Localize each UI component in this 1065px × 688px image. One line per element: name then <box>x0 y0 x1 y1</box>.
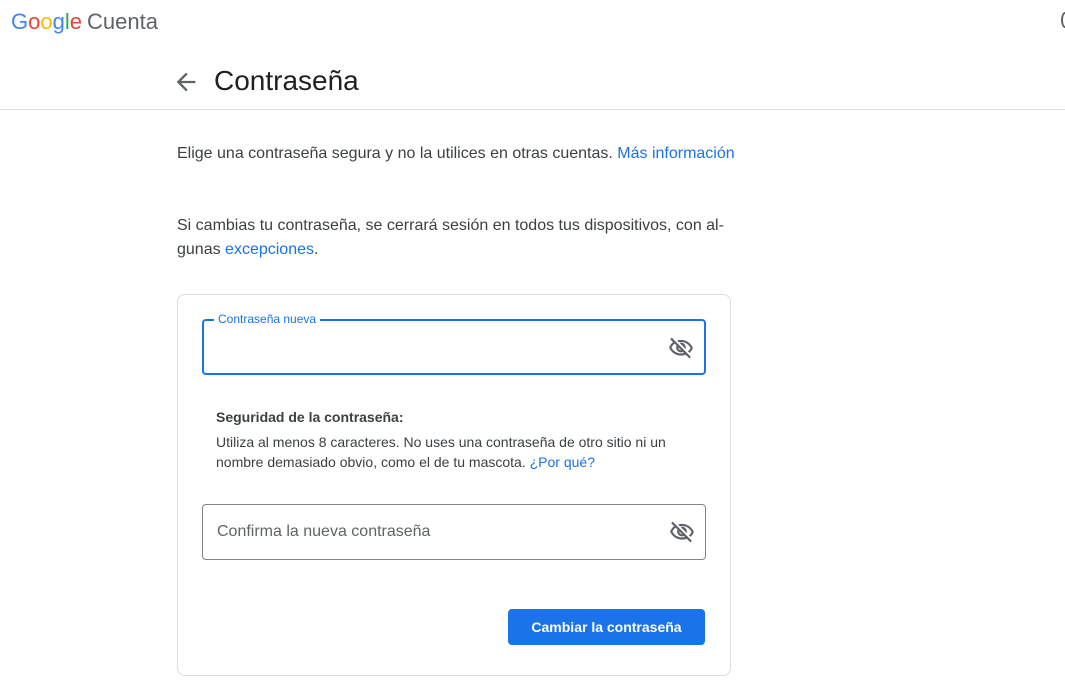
top-bar: Google Cuenta <box>0 0 1065 46</box>
exceptions-link[interactable]: excepciones <box>225 241 314 258</box>
learn-more-link[interactable]: Más información <box>617 145 734 162</box>
product-name: Cuenta <box>87 9 158 34</box>
signout-note: Si cambias tu contraseña, se cerrará ses… <box>177 214 737 262</box>
intro-text: Elige una contraseña segura y no la util… <box>177 142 737 166</box>
visibility-off-icon <box>669 337 693 359</box>
intro-text-body: Elige una contraseña segura y no la util… <box>177 145 618 162</box>
new-password-input[interactable] <box>218 321 658 373</box>
strength-text-body: Utiliza al menos 8 caracteres. No uses u… <box>216 434 666 470</box>
back-button[interactable] <box>172 68 200 96</box>
logo-letter: G <box>11 9 29 34</box>
why-link[interactable]: ¿Por qué? <box>530 454 595 470</box>
visibility-off-icon <box>670 521 694 543</box>
google-wordmark: Google <box>11 9 82 34</box>
arrow-back-icon <box>176 72 196 92</box>
logo-letter: g <box>52 9 65 34</box>
page-header: Contraseña <box>0 52 1065 110</box>
strength-text: Utiliza al menos 8 caracteres. No uses u… <box>216 432 696 472</box>
confirm-password-field[interactable] <box>202 504 706 560</box>
password-form-card: Contraseña nueva Seguridad de la contras… <box>177 294 731 676</box>
page-title: Contraseña <box>214 65 359 96</box>
strength-title: Seguridad de la contraseña: <box>216 409 404 425</box>
password-strength-info: Seguridad de la contraseña: Utiliza al m… <box>216 407 696 472</box>
logo-letter: e <box>69 9 83 34</box>
google-account-logo[interactable]: Google Cuenta <box>11 8 158 36</box>
toggle-new-password-visibility-button[interactable] <box>668 335 694 361</box>
new-password-field[interactable]: Contraseña nueva <box>202 312 706 375</box>
toggle-confirm-password-visibility-button[interactable] <box>669 519 695 545</box>
confirm-password-input[interactable] <box>217 505 657 559</box>
logo-letter: o <box>40 9 53 34</box>
signout-note-suffix: . <box>314 241 319 258</box>
logo-letter: o <box>28 9 41 34</box>
change-password-button[interactable]: Cambiar la contraseña <box>508 609 705 645</box>
account-avatar-icon[interactable] <box>1061 12 1065 28</box>
